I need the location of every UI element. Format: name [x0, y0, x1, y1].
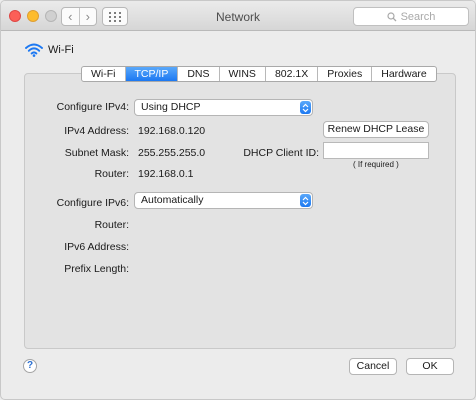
interface-header: Wi-Fi: [25, 43, 74, 57]
configure-ipv4-label: Configure IPv4:: [56, 101, 129, 113]
prefix-length-label: Prefix Length:: [64, 263, 129, 275]
tab-dns[interactable]: DNS: [177, 67, 218, 81]
ok-button[interactable]: OK: [406, 358, 454, 375]
configure-ipv4-popup[interactable]: Using DHCP: [134, 99, 313, 116]
renew-dhcp-lease-button[interactable]: Renew DHCP Lease: [323, 121, 429, 138]
dhcp-client-id-field[interactable]: [323, 142, 429, 159]
network-window: ‹ › Network Search Wi-Fi Wi-Fi TCP/IP DN…: [0, 0, 476, 400]
tab-hardware[interactable]: Hardware: [371, 67, 436, 81]
subnet-mask-value: 255.255.255.0: [138, 147, 206, 159]
tab-8021x[interactable]: 802.1X: [264, 67, 317, 81]
dhcp-client-id-hint: ( If required ): [353, 160, 399, 169]
wifi-icon: [25, 43, 43, 57]
interface-name: Wi-Fi: [48, 44, 74, 56]
ipv4-address-label: IPv4 Address:: [64, 125, 129, 137]
configure-ipv6-value: Automatically: [141, 194, 204, 206]
ipv4-router-value: 192.168.0.1: [138, 168, 194, 180]
updown-arrow-icon: [300, 194, 311, 207]
tab-tcpip[interactable]: TCP/IP: [124, 67, 178, 81]
configure-ipv6-label: Configure IPv6:: [56, 197, 129, 209]
ipv6-address-label: IPv6 Address:: [64, 241, 129, 253]
updown-arrow-icon: [300, 101, 311, 114]
search-placeholder: Search: [400, 10, 436, 23]
ipv4-address-value: 192.168.0.120: [138, 125, 206, 137]
title-bar: ‹ › Network Search: [1, 1, 475, 31]
tab-wifi[interactable]: Wi-Fi: [82, 67, 125, 81]
subnet-mask-label: Subnet Mask:: [64, 147, 129, 159]
help-button[interactable]: ?: [23, 359, 37, 373]
configure-ipv4-value: Using DHCP: [141, 101, 201, 113]
search-icon: [386, 11, 397, 22]
tab-wins[interactable]: WINS: [218, 67, 265, 81]
dhcp-client-id-label: DHCP Client ID:: [243, 147, 319, 159]
search-field[interactable]: Search: [353, 7, 469, 26]
cancel-button[interactable]: Cancel: [349, 358, 397, 375]
ipv6-router-label: Router:: [94, 219, 129, 231]
tab-proxies[interactable]: Proxies: [317, 67, 371, 81]
ipv4-router-label: Router:: [94, 168, 129, 180]
configure-ipv6-popup[interactable]: Automatically: [134, 192, 313, 209]
tab-bar: Wi-Fi TCP/IP DNS WINS 802.1X Proxies Har…: [81, 66, 437, 82]
